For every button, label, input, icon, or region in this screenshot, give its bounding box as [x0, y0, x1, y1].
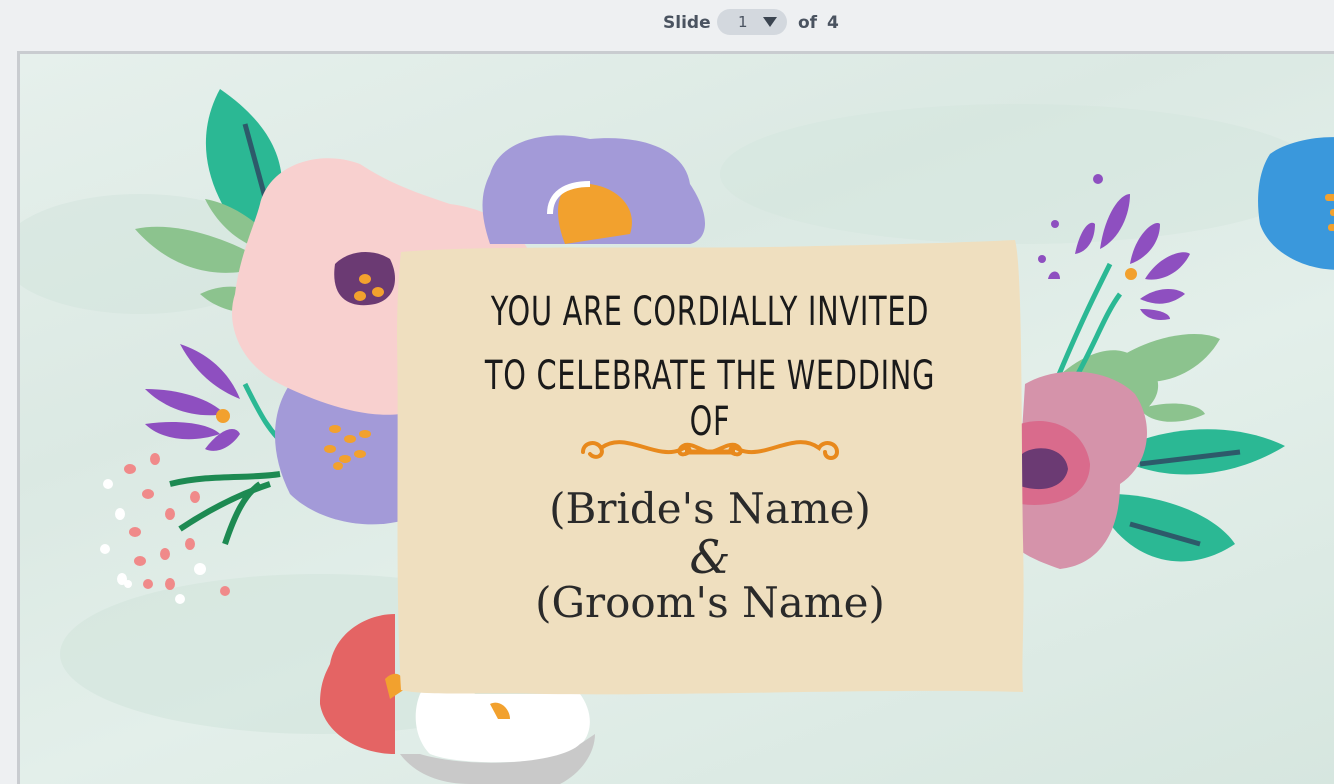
bride-name: (Bride's Name) — [549, 484, 871, 533]
of-label: of — [798, 13, 818, 33]
chevron-down-icon — [763, 17, 777, 27]
total-slides: 4 — [827, 13, 839, 33]
slide-canvas[interactable]: You are cordially invited to celebrate t… — [17, 51, 1334, 784]
slide-toolbar: Slide 1 of 4 — [0, 0, 1334, 50]
slide-number-select[interactable]: 1 — [717, 9, 787, 35]
slide-label: Slide — [663, 13, 711, 33]
groom-name: (Groom's Name) — [535, 578, 885, 627]
invitation-line-1: You are cordially invited — [490, 289, 930, 335]
ampersand: & — [689, 530, 731, 584]
flourish-divider-icon — [581, 440, 840, 460]
current-slide-value: 1 — [738, 13, 748, 31]
invitation-card[interactable]: You are cordially invited to celebrate t… — [395, 240, 1025, 698]
